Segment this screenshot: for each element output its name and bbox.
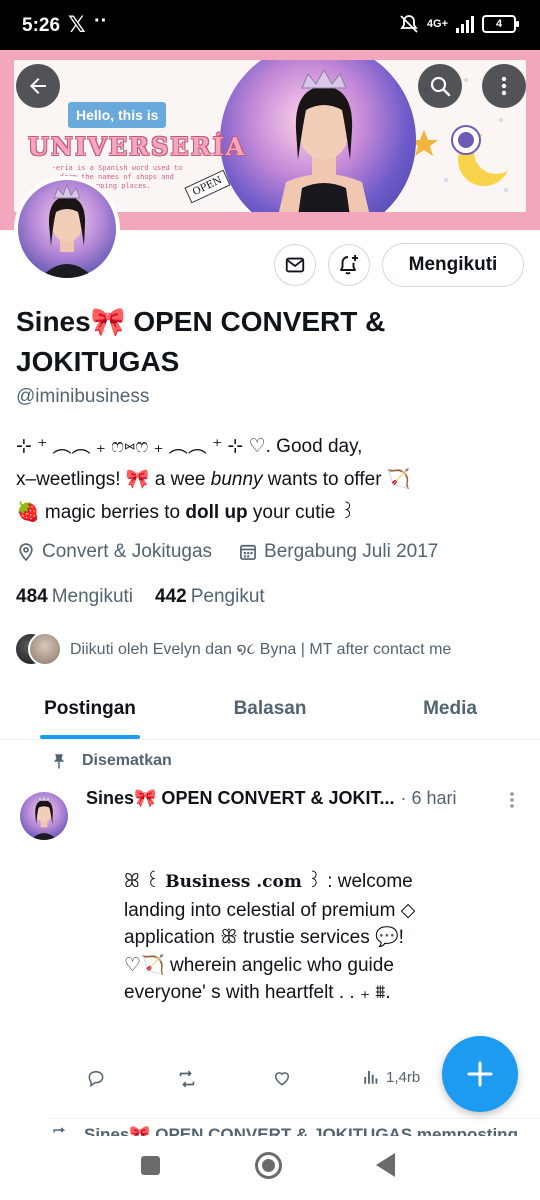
calendar-icon — [240, 544, 256, 560]
profile-joined: Bergabung Juli 2017 — [264, 541, 439, 562]
views-count: 1,4rb — [386, 1068, 421, 1086]
post-line: ꕤ ꒰ Business .com ꒱ : welcome — [124, 868, 454, 897]
repost-icon — [179, 1070, 195, 1088]
bio-line-3: 🍓 magic berries to doll up your cutie ꒱ — [16, 496, 528, 529]
tab-media[interactable]: Media — [360, 684, 540, 739]
banner-portrait — [278, 70, 370, 212]
followers-label: Pengikut — [190, 586, 265, 607]
followed-by-row[interactable]: Diikuti oleh Evelyn dan ໑૮ Byna | MT aft… — [14, 632, 451, 666]
following-count: 484 — [16, 586, 48, 607]
more-options-button[interactable] — [482, 64, 526, 108]
reply-icon — [88, 1070, 104, 1087]
post-line: landing into celestial of premium ◇ — [124, 899, 416, 921]
like-button[interactable] — [272, 1068, 292, 1088]
following-stat[interactable]: 484 Mengikuti — [16, 586, 133, 608]
post-brand-text: Business .com — [165, 872, 302, 892]
signal-icon — [456, 15, 474, 33]
like-icon — [274, 1072, 290, 1086]
post-avatar[interactable] — [20, 792, 68, 840]
followers-count: 442 — [155, 586, 187, 607]
recents-button[interactable] — [141, 1156, 160, 1175]
notification-dots: ·· — [94, 10, 108, 32]
status-right: 4G+ 4 — [399, 14, 519, 34]
status-time: 5:26 — [22, 15, 61, 36]
search-icon — [430, 76, 451, 97]
more-vert-icon — [510, 792, 514, 808]
battery-icon: 4 — [482, 15, 519, 33]
bio-line-2: x–weetlings! 🎀 a wee bunny wants to offe… — [16, 463, 528, 496]
more-vert-icon — [501, 76, 507, 96]
x-logo-icon: 𝕏 — [68, 12, 86, 37]
pin-icon — [53, 754, 65, 769]
profile-handle: @iminibusiness — [16, 386, 150, 407]
profile-tabs: Postingan Balasan Media — [0, 684, 540, 740]
bio-italic-text: bunny — [210, 469, 263, 490]
banner-greeting: Hello, this is — [68, 102, 167, 128]
avatar-image — [18, 180, 116, 278]
status-bar: 5:26 𝕏 ·· 4G+ 4 — [0, 0, 540, 50]
mail-icon — [285, 257, 305, 273]
post-body[interactable]: ꕤ ꒰ Business .com ꒱ : welcome landing in… — [124, 868, 454, 1007]
bio-text: wants to offer 🏹 — [262, 469, 411, 490]
profile-bio: ⊹ ⁺ ︵︵ ₊ ෆ⑅ෆ ₊ ︵︵ ⁺ ⊹ ♡. Good day, x–wee… — [16, 430, 528, 529]
network-type: 4G+ — [426, 18, 448, 30]
notifications-button[interactable] — [328, 244, 370, 286]
bio-line-1: ⊹ ⁺ ︵︵ ₊ ෆ⑅ෆ ₊ ︵︵ ⁺ ⊹ ♡. Good day, — [16, 436, 363, 457]
post-line: application ꕥ trustie services 💬! — [124, 927, 404, 948]
profile-location: Convert & Jokitugas — [42, 541, 213, 562]
following-label: Mengikuti — [51, 586, 134, 607]
pinned-label: Disematkan — [82, 752, 172, 769]
post-text: ꒱ : welcome — [301, 871, 413, 892]
bio-text: x–weetlings! 🎀 a wee — [16, 469, 211, 490]
back-arrow-icon — [30, 78, 46, 94]
message-button[interactable] — [274, 244, 316, 286]
plus-icon — [467, 1061, 493, 1087]
post-time: · 6 hari — [400, 788, 457, 808]
tab-posts[interactable]: Postingan — [0, 684, 180, 739]
bio-bold-text: doll up — [185, 502, 248, 523]
post-more-button[interactable] — [502, 788, 522, 812]
repost-button[interactable] — [176, 1068, 198, 1090]
views-button[interactable]: 1,4rb — [362, 1068, 420, 1086]
post-header: Sines🎀 OPEN CONVERT & JOKIT... · 6 hari — [86, 788, 506, 809]
followed-by-avatars — [14, 632, 62, 666]
post-author[interactable]: Sines🎀 OPEN CONVERT & JOKIT... — [86, 788, 394, 809]
bio-text: 🍓 magic berries to — [16, 502, 186, 523]
profile-avatar[interactable] — [14, 176, 120, 282]
follower-avatar — [28, 632, 62, 666]
profile-meta: Convert & Jokitugas Bergabung Juli 2017 — [16, 541, 438, 563]
followers-stat[interactable]: 442 Pengikut — [155, 586, 265, 608]
post-text: ꕤ ꒰ — [124, 871, 166, 892]
views-icon — [364, 1071, 378, 1084]
tab-replies[interactable]: Balasan — [180, 684, 360, 739]
back-button[interactable] — [16, 64, 60, 108]
search-button[interactable] — [418, 64, 462, 108]
post-line: ♡🏹 wherein angelic who guide — [124, 954, 394, 976]
pinned-label-row: Disematkan — [50, 752, 172, 770]
reply-button[interactable] — [86, 1068, 106, 1088]
post-line: everyone' s with heartfelt . . ₊ ⩩. — [124, 982, 391, 1003]
location-icon — [19, 543, 33, 562]
home-button[interactable] — [255, 1152, 282, 1179]
banner-title: UNIVERSERÍA — [28, 132, 247, 161]
bio-text: your cutie ꒱ — [247, 502, 356, 523]
following-button[interactable]: Mengikuti — [382, 243, 524, 287]
mute-bell-icon — [400, 15, 418, 33]
followed-by-text: Diikuti oleh Evelyn dan ໑૮ Byna | MT aft… — [70, 641, 452, 658]
profile-name: Sines🎀 OPEN CONVERT & JOKITUGAS — [16, 306, 386, 377]
bell-plus-icon — [340, 255, 358, 275]
profile-stats: 484 Mengikuti 442 Pengikut — [16, 586, 265, 608]
compose-button[interactable] — [442, 1036, 518, 1112]
system-back-button[interactable] — [376, 1153, 395, 1177]
system-nav-bar — [0, 1136, 540, 1200]
